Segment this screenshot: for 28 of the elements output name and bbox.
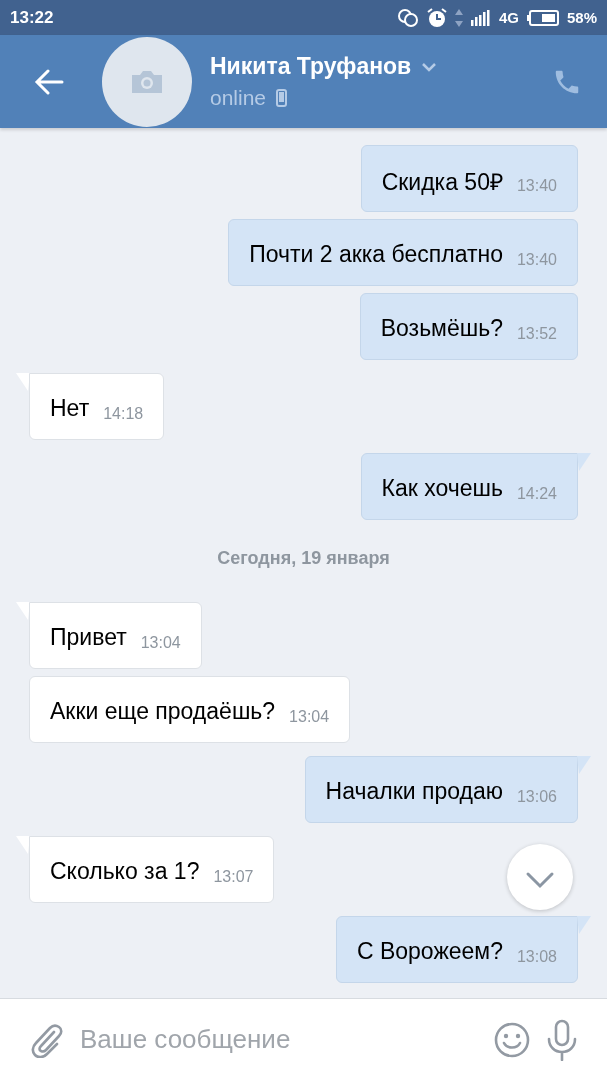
contact-status: online xyxy=(210,86,267,110)
scroll-down-button[interactable] xyxy=(507,844,573,910)
bubble-tail-icon xyxy=(577,916,591,934)
phone-device-icon xyxy=(276,89,288,107)
network-type: 4G xyxy=(498,9,519,26)
contact-name[interactable]: Никита Труфанов xyxy=(210,53,412,80)
paperclip-icon[interactable] xyxy=(30,1021,64,1058)
message-composer[interactable]: Ваше сообщение xyxy=(0,999,607,1080)
back-arrow-icon[interactable] xyxy=(34,68,64,95)
chevron-down-icon[interactable] xyxy=(421,61,438,72)
clock: 13:22 xyxy=(10,7,54,28)
sync-icon xyxy=(396,7,419,28)
bubble-tail-icon xyxy=(16,602,30,620)
microphone-icon[interactable] xyxy=(545,1018,579,1061)
data-arrows-icon xyxy=(454,8,463,27)
bubble-tail-icon xyxy=(16,373,30,391)
bubble-tail-icon xyxy=(577,756,591,774)
signal-icon xyxy=(470,9,491,26)
date-divider: Сегодня, 19 января xyxy=(217,548,390,569)
bubble-tail-icon xyxy=(577,453,591,471)
battery-icon xyxy=(526,9,559,26)
battery-percent: 58% xyxy=(566,9,597,26)
emoji-icon[interactable] xyxy=(493,1020,531,1059)
bubble-tail-icon xyxy=(16,836,30,854)
camera-icon xyxy=(130,68,164,95)
chevron-down-icon xyxy=(525,871,555,889)
alarm-icon xyxy=(426,7,447,28)
message-input[interactable]: Ваше сообщение xyxy=(78,1023,479,1056)
